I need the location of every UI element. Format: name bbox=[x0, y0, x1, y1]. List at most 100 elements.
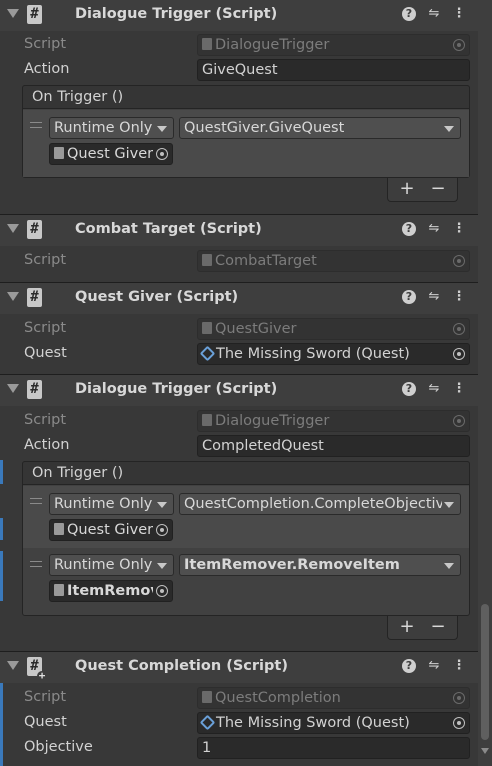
scroll-down-arrow-icon[interactable] bbox=[481, 748, 489, 754]
component-header-combat-target[interactable]: # Combat Target (Script) ? ⇋ ⋮ bbox=[0, 215, 478, 246]
function-dropdown[interactable]: QuestGiver.GiveQuest bbox=[179, 117, 461, 139]
help-icon[interactable]: ? bbox=[402, 7, 416, 21]
runtime-mode-value: Runtime Only bbox=[54, 496, 153, 512]
runtime-mode-dropdown[interactable]: Runtime Only bbox=[49, 493, 174, 515]
script-field: QuestGiver bbox=[197, 318, 470, 340]
dropdown-arrow-icon bbox=[444, 126, 454, 132]
script-file-icon bbox=[202, 322, 212, 334]
quest-object-field[interactable]: The Missing Sword (Quest) bbox=[197, 712, 470, 734]
script-label: Script bbox=[24, 36, 67, 52]
function-dropdown[interactable]: ItemRemover.RemoveItem bbox=[179, 554, 461, 576]
target-object-field[interactable]: ItemRemover bbox=[49, 580, 173, 602]
list-controls: + − bbox=[387, 616, 458, 640]
script-value: QuestCompletion bbox=[215, 690, 341, 706]
help-icon[interactable]: ? bbox=[402, 290, 416, 304]
script-icon: # bbox=[27, 220, 42, 239]
add-listener-button[interactable]: + bbox=[392, 616, 422, 640]
script-added-icon: # bbox=[27, 657, 47, 681]
target-object-field[interactable]: Quest Giver bbox=[49, 519, 173, 541]
target-value: ItemRemover bbox=[67, 583, 153, 599]
object-picker-icon[interactable] bbox=[453, 348, 465, 360]
component-title: Quest Giver (Script) bbox=[75, 289, 239, 305]
object-picker-icon[interactable] bbox=[156, 148, 168, 160]
script-value: CombatTarget bbox=[215, 253, 317, 269]
more-options-icon[interactable]: ⋮ bbox=[451, 381, 467, 397]
preset-icon[interactable]: ⇋ bbox=[426, 221, 442, 237]
object-picker-icon[interactable] bbox=[156, 585, 168, 597]
remove-listener-button[interactable]: − bbox=[423, 178, 453, 202]
function-dropdown[interactable]: QuestCompletion.CompleteObjective bbox=[179, 493, 461, 515]
selection-indicator bbox=[0, 551, 3, 601]
script-value: QuestGiver bbox=[215, 321, 297, 337]
quest-object-field[interactable]: The Missing Sword (Quest) bbox=[197, 343, 470, 365]
action-input[interactable]: CompletedQuest bbox=[197, 435, 470, 457]
script-icon: # bbox=[27, 288, 42, 307]
scriptable-object-icon bbox=[199, 345, 216, 362]
preset-icon[interactable]: ⇋ bbox=[426, 289, 442, 305]
add-listener-button[interactable]: + bbox=[392, 178, 422, 202]
function-value: QuestCompletion.CompleteObjective bbox=[184, 496, 442, 512]
action-input[interactable]: GiveQuest bbox=[197, 59, 470, 81]
target-object-field[interactable]: Quest Giver bbox=[49, 143, 173, 165]
component-header-quest-completion[interactable]: # Quest Completion (Script) ? ⇋ ⋮ bbox=[0, 652, 478, 683]
objective-input[interactable]: 1 bbox=[197, 737, 470, 759]
more-options-icon[interactable]: ⋮ bbox=[451, 289, 467, 305]
foldout-arrow-icon[interactable] bbox=[7, 661, 19, 670]
function-value: ItemRemover.RemoveItem bbox=[184, 557, 400, 573]
dropdown-arrow-icon bbox=[157, 563, 167, 569]
preset-icon[interactable]: ⇋ bbox=[426, 381, 442, 397]
scrollbar-thumb[interactable] bbox=[481, 604, 489, 740]
script-value: DialogueTrigger bbox=[215, 413, 330, 429]
drag-handle-icon[interactable] bbox=[30, 561, 42, 567]
help-icon[interactable]: ? bbox=[402, 659, 416, 673]
help-icon[interactable]: ? bbox=[402, 222, 416, 236]
object-picker-icon bbox=[453, 323, 465, 335]
foldout-arrow-icon[interactable] bbox=[7, 9, 19, 18]
more-options-icon[interactable]: ⋮ bbox=[451, 658, 467, 674]
runtime-mode-dropdown[interactable]: Runtime Only bbox=[49, 554, 174, 576]
more-options-icon[interactable]: ⋮ bbox=[451, 6, 467, 22]
script-field: DialogueTrigger bbox=[197, 34, 470, 56]
dropdown-arrow-icon bbox=[444, 502, 454, 508]
preset-icon[interactable]: ⇋ bbox=[426, 658, 442, 674]
quest-label: Quest bbox=[24, 714, 67, 730]
script-icon: # bbox=[27, 380, 42, 399]
foldout-arrow-icon[interactable] bbox=[7, 292, 19, 301]
foldout-arrow-icon[interactable] bbox=[7, 384, 19, 393]
runtime-mode-dropdown[interactable]: Runtime Only bbox=[49, 117, 174, 139]
script-value: DialogueTrigger bbox=[215, 37, 330, 53]
preset-icon[interactable]: ⇋ bbox=[426, 6, 442, 22]
selection-indicator bbox=[0, 518, 3, 540]
target-value: Quest Giver bbox=[67, 522, 153, 538]
drag-handle-icon[interactable] bbox=[30, 122, 42, 128]
object-picker-icon bbox=[453, 255, 465, 267]
object-picker-icon bbox=[453, 692, 465, 704]
object-picker-icon[interactable] bbox=[156, 524, 168, 536]
drag-handle-icon[interactable] bbox=[30, 498, 42, 504]
on-trigger-header: On Trigger () bbox=[22, 461, 470, 485]
dropdown-arrow-icon bbox=[444, 563, 454, 569]
selection-indicator bbox=[0, 460, 3, 484]
script-file-icon bbox=[202, 691, 212, 703]
dropdown-arrow-icon bbox=[157, 502, 167, 508]
script-label: Script bbox=[24, 689, 67, 705]
quest-value: The Missing Sword (Quest) bbox=[216, 346, 410, 362]
script-field: CombatTarget bbox=[197, 250, 470, 272]
runtime-mode-value: Runtime Only bbox=[54, 120, 153, 136]
dropdown-arrow-icon bbox=[157, 126, 167, 132]
component-title: Combat Target (Script) bbox=[75, 221, 262, 237]
remove-listener-button[interactable]: − bbox=[423, 616, 453, 640]
object-picker-icon[interactable] bbox=[453, 717, 465, 729]
script-label: Script bbox=[24, 320, 67, 336]
action-label: Action bbox=[24, 61, 70, 77]
component-header-dialogue-trigger-1[interactable]: # Dialogue Trigger (Script) ? ⇋ ⋮ bbox=[0, 0, 478, 31]
help-icon[interactable]: ? bbox=[402, 382, 416, 396]
foldout-arrow-icon[interactable] bbox=[7, 224, 19, 233]
script-file-icon bbox=[202, 38, 212, 50]
component-header-dialogue-trigger-2[interactable]: # Dialogue Trigger (Script) ? ⇋ ⋮ bbox=[0, 375, 478, 406]
more-options-icon[interactable]: ⋮ bbox=[451, 221, 467, 237]
list-controls: + − bbox=[387, 178, 458, 202]
script-icon: # bbox=[27, 5, 42, 24]
component-header-quest-giver[interactable]: # Quest Giver (Script) ? ⇋ ⋮ bbox=[0, 283, 478, 314]
script-file-icon bbox=[54, 523, 64, 535]
